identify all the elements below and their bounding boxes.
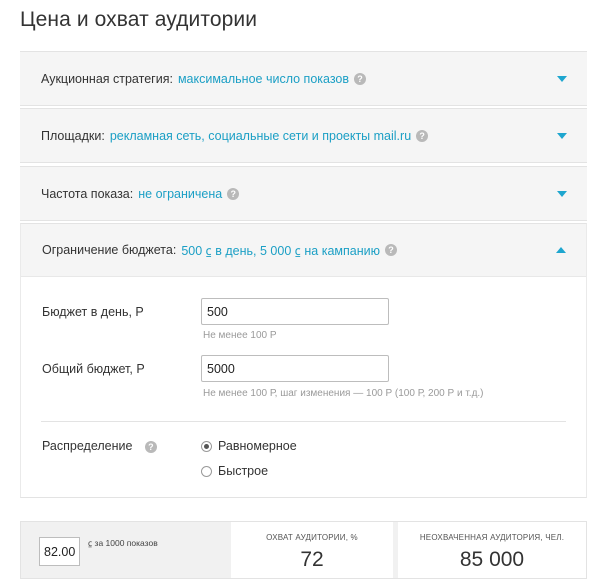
summary-panel: ⃀ за 1000 показов ОХВАТ АУДИТОРИИ, % 72 … xyxy=(20,521,587,579)
reach-stat: ОХВАТ АУДИТОРИИ, % 72 xyxy=(231,522,393,578)
section-frequency[interactable]: Частота показа: не ограничена ? xyxy=(20,166,587,221)
distribution-label-text: Распределение xyxy=(42,439,133,453)
section-value[interactable]: не ограничена xyxy=(138,187,222,201)
page-title: Цена и охват аудитории xyxy=(20,8,258,31)
radio-button[interactable] xyxy=(201,465,212,477)
radio-label: Быстрое xyxy=(218,464,269,478)
section-header[interactable]: Аукционная стратегия: максимальное число… xyxy=(20,52,587,105)
chevron-down-icon[interactable] xyxy=(557,190,567,197)
section-budget-limit[interactable]: Ограничение бюджета: 500 ⃀ в день, 5 000… xyxy=(20,223,587,498)
rate-input[interactable] xyxy=(39,537,80,566)
unreached-value: 85 000 xyxy=(459,548,525,571)
section-placements[interactable]: Площадки: рекламная сеть, социальные сет… xyxy=(20,108,587,163)
section-value[interactable]: рекламная сеть, социальные сети и проект… xyxy=(110,129,411,143)
distribution-label: Распределение ? xyxy=(42,439,157,453)
total-budget-hint: Не менее 100 Р, шаг изменения — 100 Р (1… xyxy=(203,388,484,399)
section-label: Ограничение бюджета: xyxy=(42,243,177,257)
unreached-stat: НЕОХВАЧЕННАЯ АУДИТОРИЯ, ЧЕЛ. 85 000 xyxy=(398,522,586,578)
section-header[interactable]: Частота показа: не ограничена ? xyxy=(20,167,587,220)
reach-title: ОХВАТ АУДИТОРИИ, % xyxy=(266,533,358,542)
radio-label: Равномерное xyxy=(218,439,297,453)
unreached-title: НЕОХВАЧЕННАЯ АУДИТОРИЯ, ЧЕЛ. xyxy=(419,533,565,542)
radio-even[interactable]: Равномерное xyxy=(201,439,297,453)
chevron-up-icon[interactable] xyxy=(556,247,566,253)
chevron-down-icon[interactable] xyxy=(557,132,567,139)
help-icon[interactable]: ? xyxy=(144,441,157,453)
section-label: Аукционная стратегия: xyxy=(41,71,173,86)
radio-fast[interactable]: Быстрое xyxy=(201,464,268,478)
section-header[interactable]: Ограничение бюджета: 500 ⃀ в день, 5 000… xyxy=(21,224,586,277)
section-label: Площадки: xyxy=(41,128,105,143)
section-label: Частота показа: xyxy=(41,186,134,201)
divider xyxy=(41,421,566,422)
section-header[interactable]: Площадки: рекламная сеть, социальные сет… xyxy=(20,109,587,162)
section-auction-strategy[interactable]: Аукционная стратегия: максимальное число… xyxy=(20,51,587,106)
help-icon[interactable]: ? xyxy=(354,72,367,85)
reach-value: 72 xyxy=(300,548,324,571)
radio-button[interactable] xyxy=(201,440,212,452)
rate-caption: ⃀ за 1000 показов xyxy=(88,538,158,548)
help-icon[interactable]: ? xyxy=(227,187,240,200)
section-value[interactable]: максимальное число показов xyxy=(178,72,349,86)
daily-budget-hint: Не менее 100 Р xyxy=(203,330,277,341)
help-icon[interactable]: ? xyxy=(416,129,429,142)
section-value[interactable]: 500 ⃀ в день, 5 000 ⃀ на кампанию xyxy=(181,242,380,259)
chevron-down-icon[interactable] xyxy=(557,75,567,82)
help-icon[interactable]: ? xyxy=(384,244,397,256)
total-budget-input[interactable] xyxy=(201,355,389,382)
daily-budget-label: Бюджет в день, Р xyxy=(42,305,144,319)
total-budget-label: Общий бюджет, Р xyxy=(42,362,145,376)
daily-budget-input[interactable] xyxy=(201,298,389,325)
